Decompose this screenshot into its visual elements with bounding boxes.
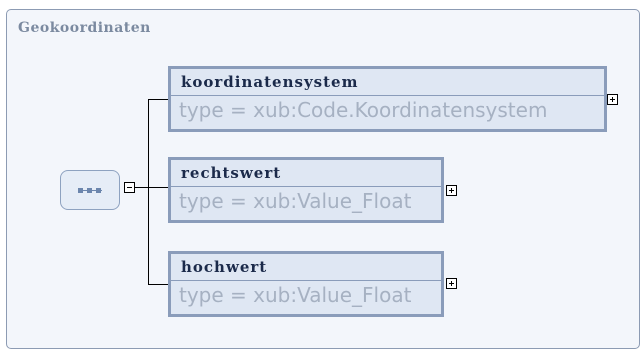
sequence-icon <box>78 188 102 194</box>
expand-icon[interactable] <box>607 94 618 105</box>
group-title: Geokoordinaten <box>18 20 151 36</box>
element-name: rechtswert <box>181 164 282 182</box>
element-type: type = xub:Code.Koordinatensystem <box>179 98 548 122</box>
sequence-compositor[interactable] <box>60 170 120 210</box>
element-type: type = xub:Value_Float <box>179 283 412 307</box>
element-hochwert[interactable]: hochwert type = xub:Value_Float <box>168 251 444 317</box>
element-name: koordinatensystem <box>181 73 359 91</box>
connector-line <box>148 99 168 100</box>
divider <box>171 95 604 96</box>
connector-line <box>148 187 168 188</box>
element-rechtswert[interactable]: rechtswert type = xub:Value_Float <box>168 157 444 223</box>
connector-line <box>148 99 149 285</box>
expand-icon[interactable] <box>446 278 457 289</box>
element-koordinatensystem[interactable]: koordinatensystem type = xub:Code.Koordi… <box>168 66 607 132</box>
divider <box>171 186 441 187</box>
divider <box>171 280 441 281</box>
expand-icon[interactable] <box>446 185 457 196</box>
collapse-icon[interactable] <box>124 182 135 193</box>
connector-line <box>135 187 148 188</box>
element-type: type = xub:Value_Float <box>179 189 412 213</box>
element-name: hochwert <box>181 258 268 276</box>
connector-line <box>148 284 168 285</box>
